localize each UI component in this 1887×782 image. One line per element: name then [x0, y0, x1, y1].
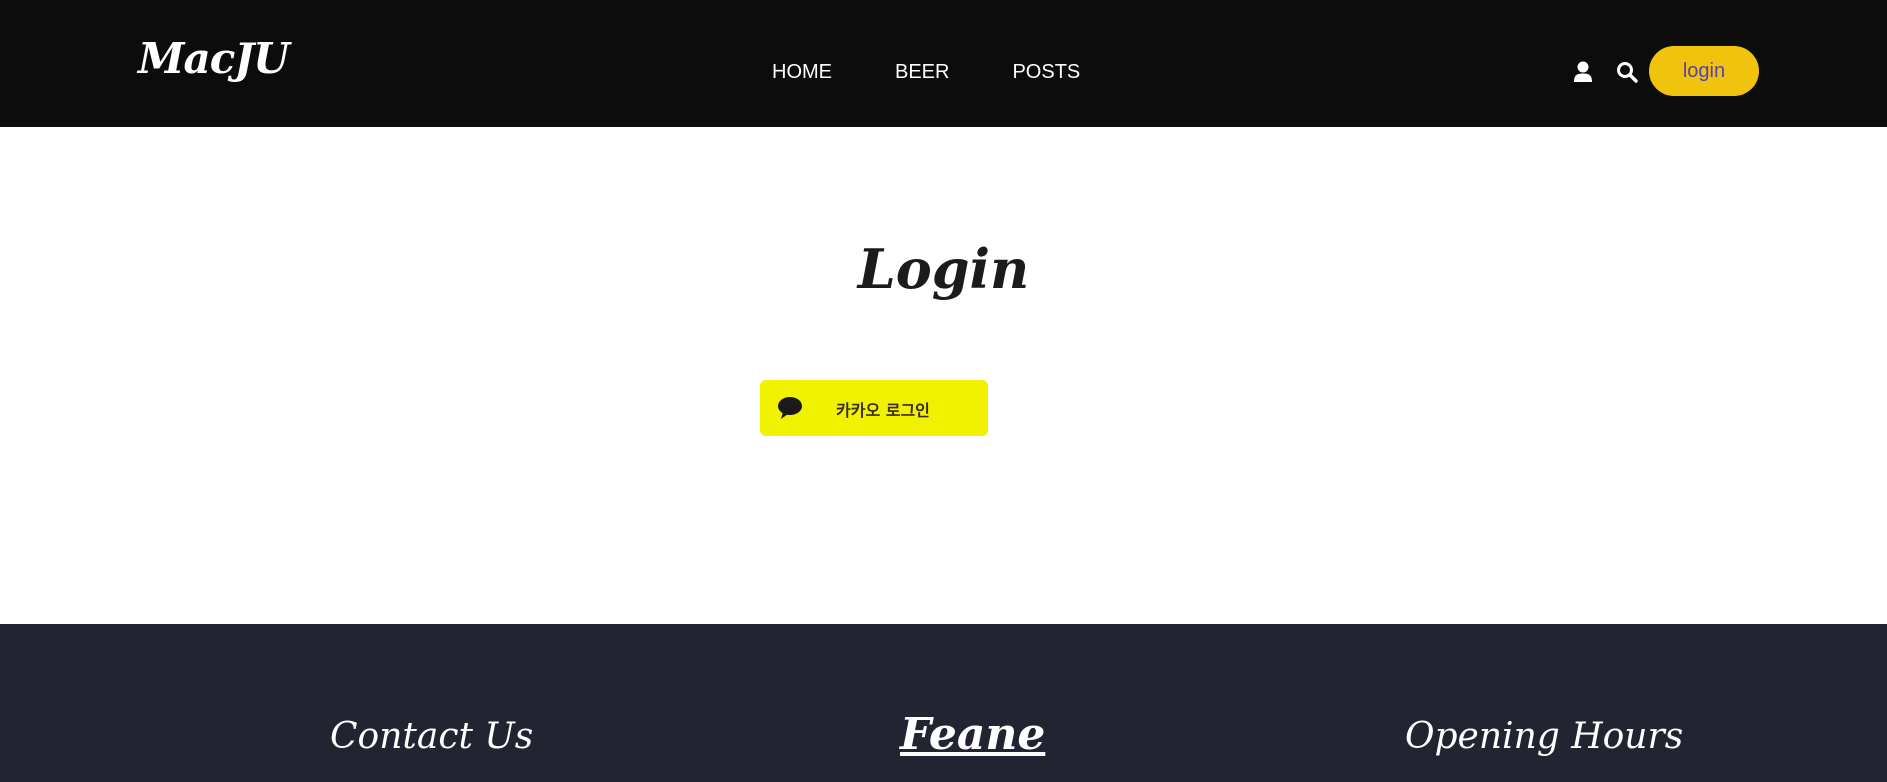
kakao-login-label: 카카오 로그인	[836, 401, 930, 420]
search-icon[interactable]	[1616, 61, 1638, 83]
chat-bubble-icon	[778, 397, 802, 419]
footer-brand-heading[interactable]: Feane	[900, 709, 1045, 760]
nav-home-link[interactable]: HOME	[772, 60, 832, 84]
footer: Contact Us Feane Opening Hours	[0, 624, 1887, 782]
main-nav: HOME BEER POSTS	[772, 60, 1080, 84]
page-title: Login	[857, 237, 1030, 301]
user-icon[interactable]	[1573, 61, 1593, 83]
brand-logo[interactable]: MacJU	[138, 34, 290, 83]
kakao-login-button[interactable]: 카카오 로그인	[760, 380, 988, 436]
nav-posts-link[interactable]: POSTS	[1012, 60, 1080, 84]
login-section: Login 카카오 로그인	[0, 127, 1887, 624]
footer-contact-heading: Contact Us	[330, 716, 534, 757]
login-button[interactable]: login	[1649, 46, 1759, 96]
nav-beer-link[interactable]: BEER	[895, 60, 949, 84]
top-navbar: MacJU HOME BEER POSTS login	[0, 0, 1887, 127]
footer-hours-heading: Opening Hours	[1405, 716, 1684, 757]
